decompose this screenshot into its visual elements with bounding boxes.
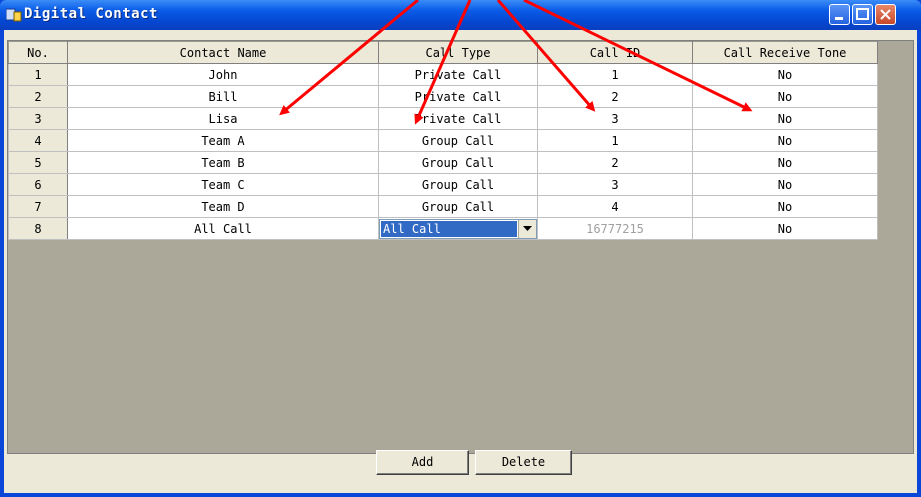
annotation-arrow — [279, 0, 419, 116]
annotation-arrows — [279, 0, 753, 125]
annotation-arrow — [414, 0, 472, 125]
annotation-arrow — [496, 0, 596, 112]
annotation-arrow — [523, 0, 753, 112]
